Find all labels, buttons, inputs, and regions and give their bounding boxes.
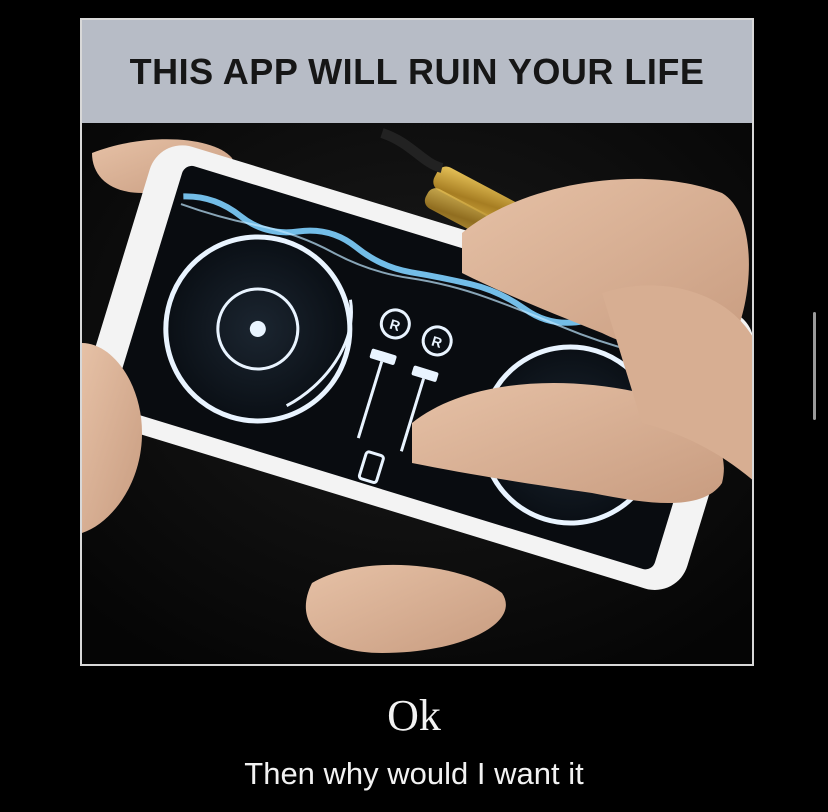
caption-subtext: Then why would I want it (244, 756, 584, 791)
dj-app-photo: R R (82, 123, 752, 664)
caption-ok: Ok (387, 691, 441, 740)
scroll-indicator[interactable] (813, 312, 816, 420)
header-banner: THIS APP WILL RUIN YOUR LIFE (82, 20, 752, 123)
header-text: THIS APP WILL RUIN YOUR LIFE (129, 50, 705, 92)
meme-frame: THIS APP WILL RUIN YOUR LIFE R R (80, 18, 754, 666)
meme-photo: R R (82, 123, 752, 664)
